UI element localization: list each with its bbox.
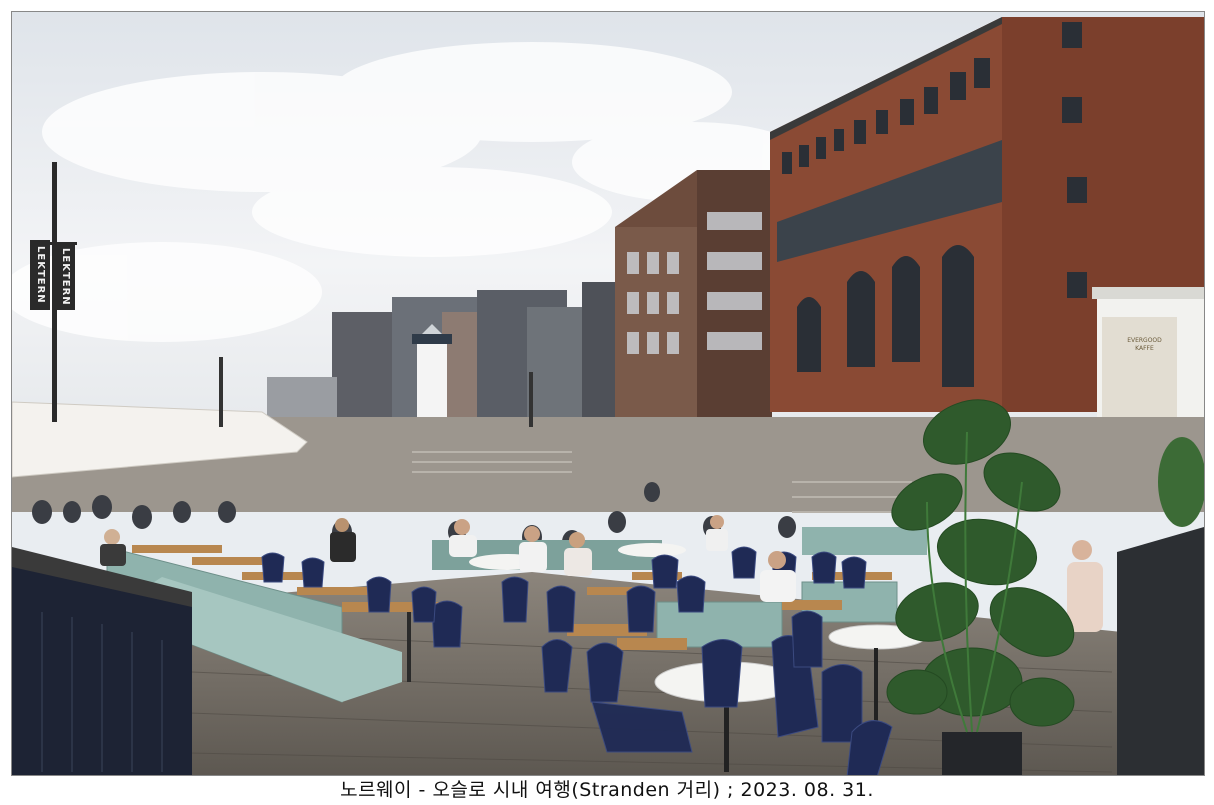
lektern-sign-right: LEKTERN bbox=[55, 244, 75, 310]
photo-caption: 노르웨이 - 오슬로 시내 여행(Stranden 거리) ; 2023. 08… bbox=[340, 779, 874, 801]
street-lamp bbox=[529, 372, 533, 427]
waterfront-scene bbox=[12, 12, 1204, 775]
planter bbox=[1117, 527, 1204, 775]
small-plant bbox=[1158, 437, 1204, 527]
lektern-sign-left: LEKTERN bbox=[30, 240, 50, 310]
street-lamp bbox=[219, 357, 223, 427]
photo-frame: LEKTERN LEKTERN EVERGOOD KAFFE bbox=[11, 11, 1205, 776]
poster-line-1: EVERGOOD bbox=[1127, 337, 1162, 344]
poster-line-2: KAFFE bbox=[1135, 345, 1154, 352]
